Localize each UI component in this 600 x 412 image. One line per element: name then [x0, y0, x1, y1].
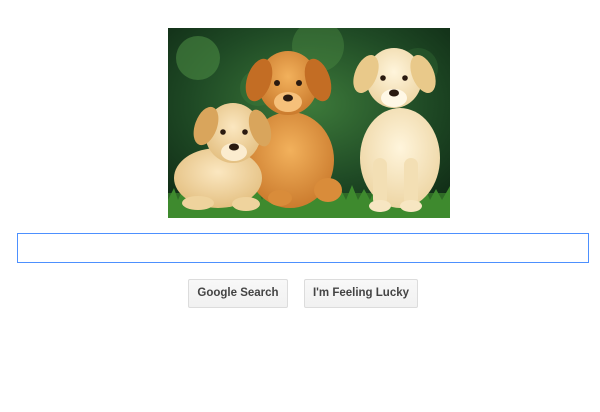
google-search-button[interactable]: Google Search [188, 279, 288, 308]
search-page: Google Search I'm Feeling Lucky [0, 0, 600, 412]
puppies-logo-image [168, 28, 450, 218]
search-input[interactable] [17, 233, 589, 263]
feeling-lucky-button[interactable]: I'm Feeling Lucky [304, 279, 418, 308]
